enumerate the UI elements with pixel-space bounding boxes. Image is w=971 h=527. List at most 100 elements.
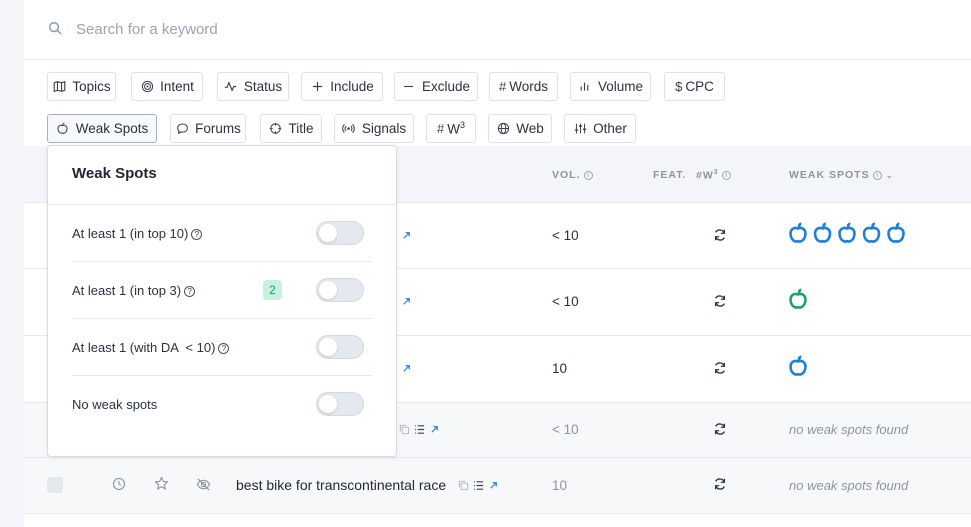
volume-value: < 10 (552, 228, 579, 243)
weak-spot-apple-icon[interactable] (789, 222, 807, 243)
filter-include-button[interactable]: Include (301, 72, 383, 101)
filter-words-button[interactable]: # Words (489, 72, 558, 101)
star-icon[interactable] (154, 476, 169, 494)
option-low-da: At least 1 (with DA < 10)? (72, 319, 372, 376)
weak-spot-apple-icon[interactable] (789, 288, 807, 309)
copy-icon[interactable] (458, 479, 469, 494)
hide-icon[interactable] (196, 477, 211, 495)
toggle-top-10[interactable] (316, 221, 364, 245)
filter-cpc-button[interactable]: $ CPC (664, 72, 725, 101)
option-label: No weak spots (72, 397, 158, 412)
filter-w3-superscript: 3 (459, 120, 465, 131)
external-link-icon[interactable] (401, 362, 412, 377)
globe-icon (496, 122, 510, 136)
hash-icon: # (437, 121, 445, 136)
activity-icon (224, 80, 238, 94)
refresh-icon[interactable] (713, 477, 727, 494)
filter-volume-button[interactable]: Volume (570, 72, 651, 101)
volume-value: 10 (552, 361, 568, 376)
filter-web-button[interactable]: Web (488, 114, 552, 143)
filter-intent-button[interactable]: Intent (131, 72, 203, 101)
filter-status-button[interactable]: Status (217, 72, 289, 101)
no-weak-spots-text: no weak spots found (789, 478, 909, 493)
help-icon[interactable]: ? (191, 229, 203, 240)
plus-icon (310, 80, 324, 94)
dropdown-title: Weak Spots (72, 165, 157, 182)
volume-value: < 10 (552, 422, 579, 437)
weak-spots-icons (788, 354, 913, 383)
filter-title-button[interactable]: Title (260, 114, 322, 143)
filter-signals-button[interactable]: Signals (334, 114, 414, 143)
info-icon: i (872, 170, 882, 180)
external-link-icon[interactable] (401, 229, 412, 244)
table-row: best bike for transcontinental race 10 n… (24, 458, 971, 514)
weak-spot-apple-icon[interactable] (862, 222, 881, 243)
left-gutter (0, 0, 24, 527)
help-icon[interactable]: ? (184, 286, 196, 297)
weak-spot-apple-icon[interactable] (813, 222, 832, 243)
weak-spots-icons (788, 221, 913, 250)
minus-icon (402, 80, 416, 94)
w3-superscript: 3 (713, 169, 719, 176)
option-no-weak-spots: No weak spots (72, 376, 372, 433)
column-header-features[interactable]: FEAT. (653, 169, 686, 181)
filter-topics-button[interactable]: Topics (47, 72, 116, 101)
external-link-icon[interactable] (488, 479, 499, 494)
search-input[interactable] (76, 21, 676, 38)
weak-spots-icons (788, 287, 913, 316)
map-icon (52, 80, 66, 94)
apple-icon (56, 122, 70, 136)
external-link-icon[interactable] (401, 295, 412, 310)
crosshair-icon (268, 122, 282, 136)
info-icon: i (721, 171, 731, 181)
target-icon (140, 80, 154, 94)
broadcast-icon (342, 122, 356, 136)
row-checkbox[interactable] (47, 477, 63, 493)
refresh-icon[interactable] (713, 228, 727, 245)
weak-spot-apple-icon[interactable] (887, 222, 905, 243)
refresh-icon[interactable] (713, 294, 727, 311)
help-icon[interactable]: ? (218, 343, 230, 354)
refresh-icon[interactable] (713, 422, 727, 439)
keyword-text[interactable]: best bike for transcontinental race (236, 477, 446, 493)
toggle-top-3[interactable] (316, 278, 364, 302)
weak-spots-dropdown: Weak Spots At least 1 (in top 10)? At le… (47, 145, 397, 457)
sliders-icon (573, 122, 587, 136)
filter-other-button[interactable]: Other (564, 114, 636, 143)
history-icon[interactable] (112, 477, 126, 494)
list-icon[interactable] (414, 423, 425, 438)
filter-w3-button[interactable]: # W3 (426, 114, 476, 143)
volume-value: 10 (552, 478, 568, 493)
column-header-volume[interactable]: VOL. i (552, 169, 593, 181)
filter-forums-button[interactable]: Forums (170, 114, 246, 143)
column-header-weak-spots[interactable]: WEAK SPOTS i ⌄ (789, 169, 894, 181)
bar-chart-icon (578, 80, 592, 94)
info-icon: i (583, 170, 593, 180)
weak-spot-apple-icon[interactable] (789, 355, 807, 376)
option-label: At least 1 (in top 10) (72, 226, 189, 241)
weak-spot-apple-icon[interactable] (838, 222, 856, 243)
volume-value: < 10 (552, 294, 579, 309)
chevron-down-icon: ⌄ (885, 170, 895, 180)
search-bar (24, 0, 971, 60)
hash-icon: # (499, 79, 507, 94)
toggle-no-weak-spots[interactable] (316, 392, 364, 416)
option-top-3: At least 1 (in top 3)? 2 (72, 262, 372, 319)
option-label: At least 1 (in top 3) (72, 283, 182, 298)
refresh-icon[interactable] (713, 361, 727, 378)
filter-w3-label: W (447, 121, 460, 137)
copy-icon[interactable] (399, 423, 410, 438)
filter-exclude-button[interactable]: Exclude (394, 72, 478, 101)
count-badge: 2 (263, 280, 282, 300)
column-header-w3[interactable]: #W3 i (696, 169, 731, 182)
external-link-icon[interactable] (429, 423, 440, 438)
option-label: At least 1 (with DA < 10) (72, 340, 216, 355)
dollar-icon: $ (675, 79, 683, 94)
list-icon[interactable] (473, 479, 484, 494)
chat-bubble-icon (175, 122, 189, 136)
search-icon (48, 21, 62, 38)
toggle-low-da[interactable] (316, 335, 364, 359)
filter-weak-spots-button[interactable]: Weak Spots (47, 114, 157, 143)
option-top-10: At least 1 (in top 10)? (72, 205, 372, 262)
no-weak-spots-text: no weak spots found (789, 422, 909, 437)
